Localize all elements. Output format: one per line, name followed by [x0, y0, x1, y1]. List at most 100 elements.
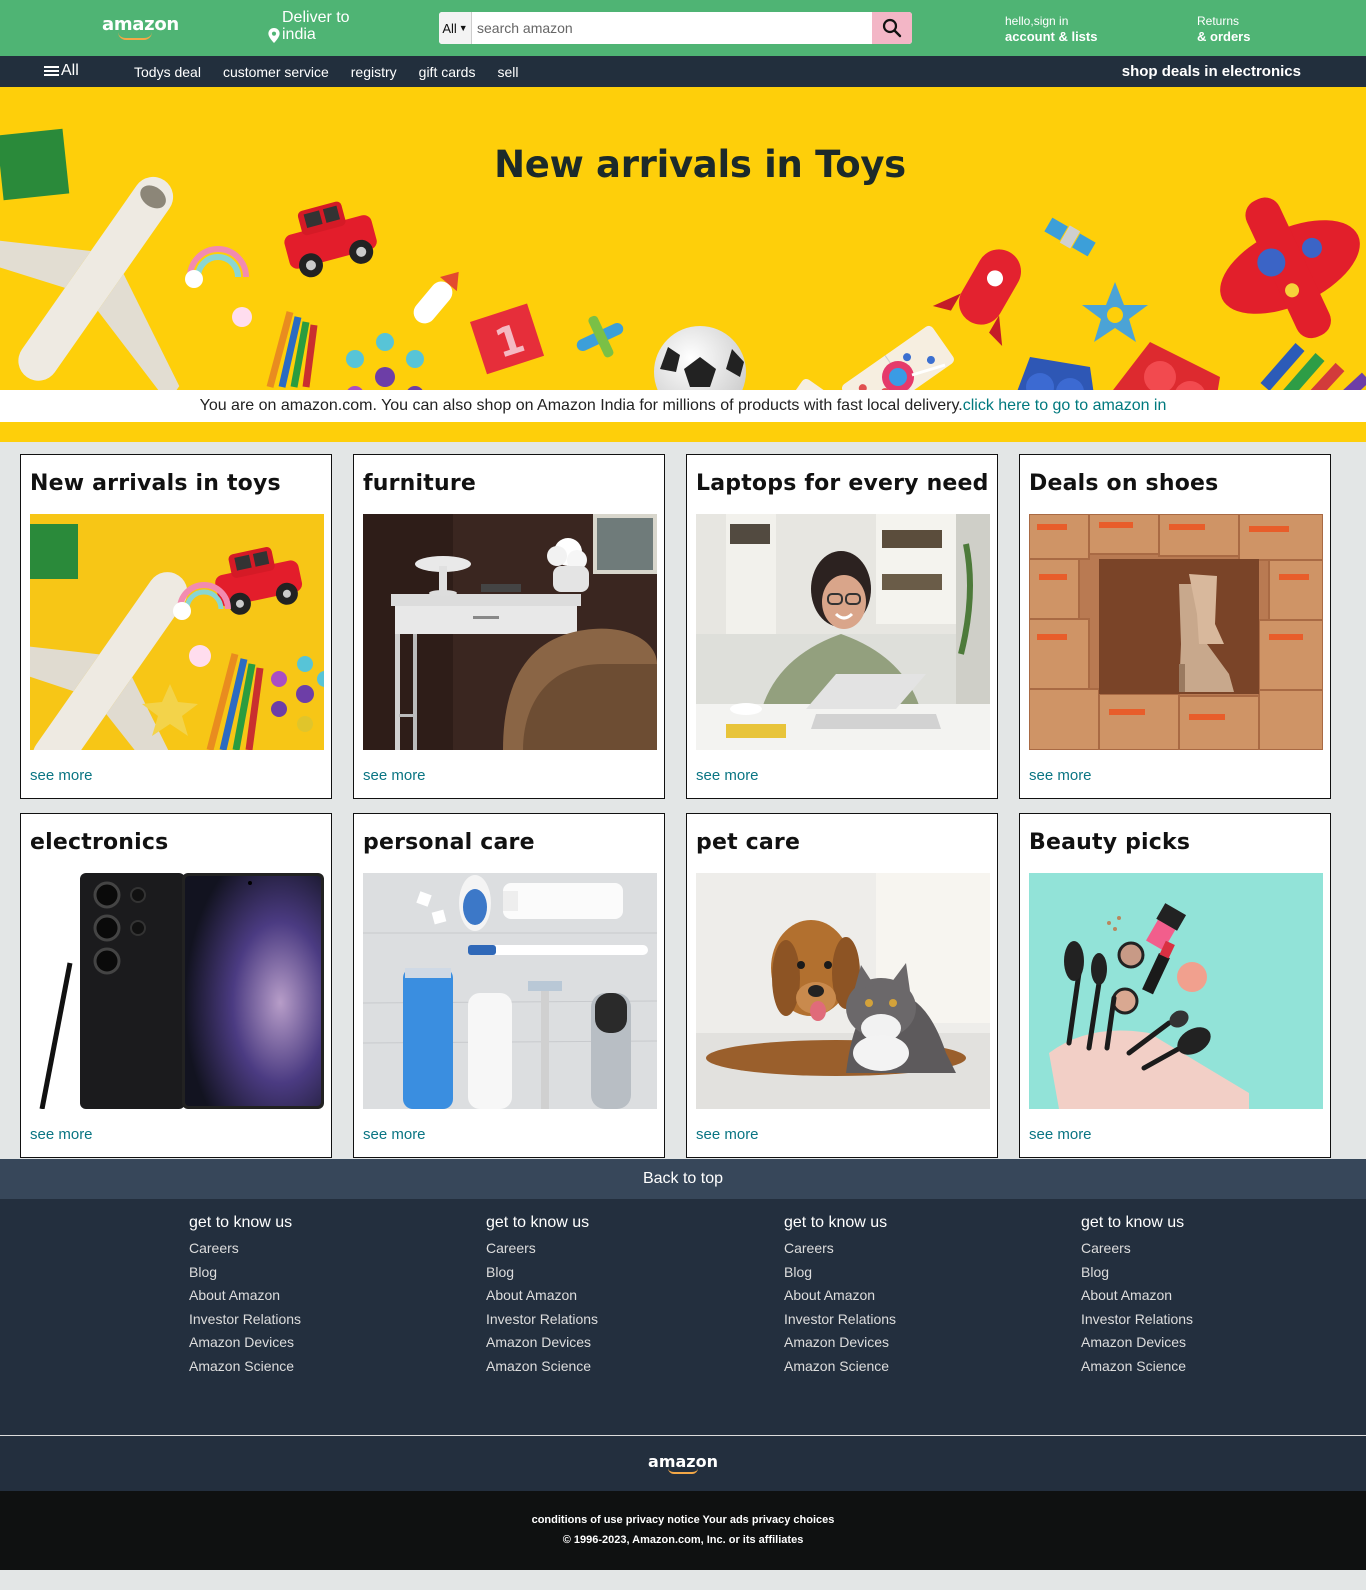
see-more-link[interactable]: see more [1029, 1126, 1092, 1143]
card-title[interactable]: pet care [696, 830, 989, 873]
amazon-logo[interactable]: amazon [102, 14, 179, 40]
nav-item-registry[interactable]: registry [351, 64, 397, 80]
nav-item-customer-service[interactable]: customer service [223, 64, 329, 80]
footer-heading: get to know us [1081, 1214, 1185, 1231]
footer-logo-text: amazon [648, 1452, 718, 1471]
card-beauty: Beauty picks see more [1019, 812, 1331, 1158]
nav-item-gift-cards[interactable]: gift cards [419, 64, 476, 80]
footer-link-devices[interactable]: Amazon Devices [1081, 1334, 1186, 1350]
location-pin-icon [268, 27, 280, 43]
card-title[interactable]: electronics [30, 830, 323, 873]
footer-link-investor[interactable]: Investor Relations [1081, 1311, 1193, 1327]
legal-links[interactable]: conditions of use privacy notice Your ad… [0, 1510, 1366, 1530]
top-header: amazon Deliver to india All ▼ hello,sign… [0, 0, 1366, 56]
footer-column: get to know us Careers Blog About Amazon… [189, 1214, 301, 1379]
footer-link-investor[interactable]: Investor Relations [486, 1311, 598, 1327]
footer-link-investor[interactable]: Investor Relations [784, 1311, 896, 1327]
footer-link-science[interactable]: Amazon Science [486, 1358, 591, 1374]
footer-heading: get to know us [189, 1214, 293, 1231]
search-category-select[interactable]: All ▼ [439, 12, 472, 44]
card-title[interactable]: furniture [363, 471, 656, 514]
electronics-deals-link[interactable]: shop deals in electronics [1122, 63, 1301, 80]
footer-link-blog[interactable]: Blog [486, 1264, 514, 1280]
footer-link-blog[interactable]: Blog [189, 1264, 217, 1280]
phone-image[interactable] [30, 872, 324, 1109]
hamburger-icon [44, 64, 59, 78]
shoes-image[interactable] [1029, 514, 1323, 750]
returns-orders[interactable]: Returns & orders [1197, 13, 1250, 45]
toys-banner-image: 1 [0, 128, 1366, 390]
footer-column: get to know us Careers Blog About Amazon… [486, 1214, 598, 1379]
card-toys: New arrivals in toys see more [20, 454, 332, 799]
deliver-location: india [282, 26, 316, 43]
search-input[interactable] [472, 12, 872, 44]
pet-image[interactable] [696, 872, 990, 1109]
toys-image[interactable] [30, 514, 324, 750]
card-title[interactable]: New arrivals in toys [30, 471, 323, 514]
see-more-link[interactable]: see more [30, 1126, 93, 1143]
footer-column: get to know us Careers Blog About Amazon… [1081, 1214, 1193, 1379]
card-pet-care: pet care see more [686, 812, 998, 1158]
orders-label: & orders [1197, 29, 1251, 44]
chevron-down-icon: ▼ [458, 23, 468, 33]
footer-link-blog[interactable]: Blog [1081, 1264, 1109, 1280]
card-title[interactable]: personal care [363, 830, 656, 873]
footer-legal: conditions of use privacy notice Your ad… [0, 1491, 1366, 1570]
footer-link-science[interactable]: Amazon Science [189, 1358, 294, 1374]
footer-heading: get to know us [486, 1214, 590, 1231]
account-greeting: hello,sign in [1005, 14, 1069, 28]
category-cards: New arrivals in toys see more furniture [0, 442, 1366, 1159]
footer-link-careers[interactable]: Careers [189, 1240, 239, 1256]
all-label: All [61, 62, 79, 79]
card-title[interactable]: Deals on shoes [1029, 471, 1322, 514]
footer-link-about[interactable]: About Amazon [189, 1287, 280, 1303]
search-icon [882, 18, 902, 38]
card-personal-care: personal care see more [353, 812, 665, 1158]
see-more-link[interactable]: see more [1029, 767, 1092, 784]
see-more-link[interactable]: see more [696, 1126, 759, 1143]
deliver-label: Deliver to [282, 9, 350, 26]
deliver-to[interactable]: Deliver to india [268, 9, 350, 43]
hero-banner: 1 New arrivals in Toys You are on amazon… [0, 87, 1366, 442]
footer-link-about[interactable]: About Amazon [1081, 1287, 1172, 1303]
search-button[interactable] [872, 12, 912, 44]
footer-link-blog[interactable]: Blog [784, 1264, 812, 1280]
back-to-top-button[interactable]: Back to top [0, 1159, 1366, 1199]
footer-link-about[interactable]: About Amazon [784, 1287, 875, 1303]
footer-link-devices[interactable]: Amazon Devices [784, 1334, 889, 1350]
footer-links: get to know us Careers Blog About Amazon… [0, 1199, 1366, 1436]
hero-title: New arrivals in Toys [494, 143, 906, 186]
see-more-link[interactable]: see more [696, 767, 759, 784]
card-furniture: furniture see more [353, 454, 665, 799]
laptop-image[interactable] [696, 514, 990, 750]
nav-item-sell[interactable]: sell [497, 64, 518, 80]
footer-column: get to know us Careers Blog About Amazon… [784, 1214, 896, 1379]
see-more-link[interactable]: see more [363, 767, 426, 784]
logo-text: amazon [102, 14, 179, 35]
footer-link-about[interactable]: About Amazon [486, 1287, 577, 1303]
footer-link-careers[interactable]: Careers [486, 1240, 536, 1256]
card-title[interactable]: Laptops for every need [696, 471, 989, 514]
footer-link-careers[interactable]: Careers [784, 1240, 834, 1256]
footer-logo[interactable]: amazon [0, 1436, 1366, 1491]
furniture-image[interactable] [363, 514, 657, 750]
footer-link-devices[interactable]: Amazon Devices [486, 1334, 591, 1350]
see-more-link[interactable]: see more [30, 767, 93, 784]
amazon-india-notice: You are on amazon.com. You can also shop… [0, 390, 1366, 422]
see-more-link[interactable]: see more [363, 1126, 426, 1143]
personal-care-image[interactable] [363, 872, 657, 1109]
footer-link-careers[interactable]: Careers [1081, 1240, 1131, 1256]
footer-link-science[interactable]: Amazon Science [784, 1358, 889, 1374]
account-lists[interactable]: hello,sign in account & lists [1005, 13, 1097, 45]
footer-link-devices[interactable]: Amazon Devices [189, 1334, 294, 1350]
footer-link-investor[interactable]: Investor Relations [189, 1311, 301, 1327]
returns-label: Returns [1197, 14, 1240, 28]
search-category-value: All [442, 20, 457, 36]
all-menu-button[interactable]: All [44, 62, 79, 80]
beauty-image[interactable] [1029, 872, 1323, 1109]
amazon-india-link[interactable]: click here to go to amazon in [963, 397, 1167, 414]
footer-link-science[interactable]: Amazon Science [1081, 1358, 1186, 1374]
nav-item-todays-deal[interactable]: Todys deal [134, 64, 201, 80]
subnav-links: Todys deal customer service registry gif… [134, 64, 540, 80]
card-title[interactable]: Beauty picks [1029, 830, 1322, 873]
